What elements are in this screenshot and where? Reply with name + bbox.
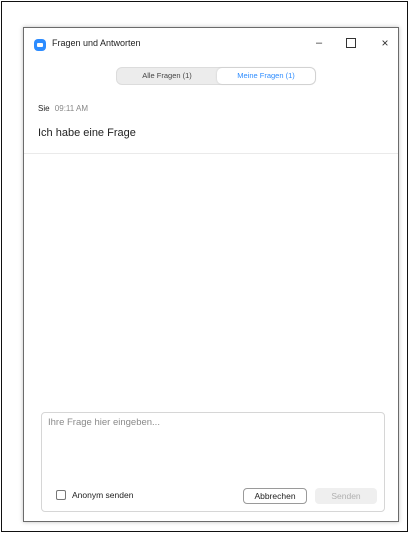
message-text: Ich habe eine Frage: [38, 127, 136, 139]
qa-window: Fragen und Antworten – × Alle Fragen (1)…: [23, 27, 399, 522]
message-sender: Sie: [38, 104, 50, 113]
minimize-icon[interactable]: –: [307, 32, 331, 54]
cancel-button[interactable]: Abbrechen: [243, 488, 307, 504]
window-title: Fragen und Antworten: [52, 38, 141, 48]
tab-switcher: Alle Fragen (1) Meine Fragen (1): [116, 67, 316, 85]
outer-frame: Fragen und Antworten – × Alle Fragen (1)…: [1, 1, 408, 532]
maximize-icon[interactable]: [339, 32, 363, 54]
divider: [24, 153, 398, 154]
message-time: 09:11 AM: [54, 104, 89, 113]
message-meta: Sie 09:11 AM: [38, 104, 88, 113]
zoom-app-icon: [34, 39, 46, 51]
send-button[interactable]: Senden: [315, 488, 377, 504]
tab-my-questions[interactable]: Meine Fragen (1): [217, 68, 315, 84]
compose-box: Anonym senden Abbrechen Senden: [41, 412, 385, 512]
question-input[interactable]: [48, 417, 378, 477]
tab-all-questions[interactable]: Alle Fragen (1): [117, 68, 217, 84]
anonymous-label: Anonym senden: [72, 490, 134, 500]
anonymous-checkbox[interactable]: [56, 490, 66, 500]
close-icon[interactable]: ×: [373, 32, 397, 54]
title-bar[interactable]: Fragen und Antworten – ×: [24, 28, 398, 62]
